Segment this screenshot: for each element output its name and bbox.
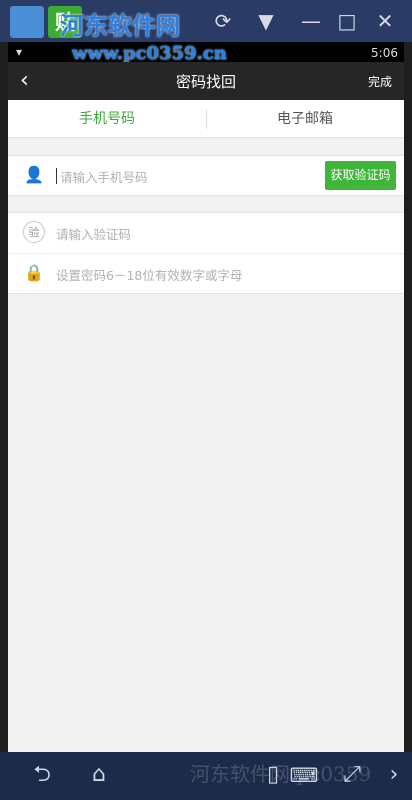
- phone-input[interactable]: 请输入手机号码: [60, 167, 148, 186]
- emulator-app-tab[interactable]: [10, 6, 44, 38]
- code-input[interactable]: 请输入验证码: [56, 224, 131, 243]
- close-icon[interactable]: ✕: [370, 6, 400, 36]
- app-header: 密码找回 ‹ 完成: [8, 62, 404, 100]
- status-time: 5:06: [371, 46, 398, 60]
- watermark-url: www.pc0359.cn: [72, 43, 227, 64]
- more-arrow-icon[interactable]: ›: [384, 760, 404, 790]
- main-content: 手机号码 电子邮箱 👤 请输入手机号码 获取验证码 验 请输入验证码 🔒 设置密…: [8, 100, 404, 752]
- emulator-title-bar: 贴 河东软件网 ⟳ ▼ — □ ✕: [0, 0, 412, 42]
- tab-phone[interactable]: 手机号码: [8, 100, 206, 138]
- get-code-button[interactable]: 获取验证码: [325, 161, 396, 190]
- password-input[interactable]: 设置密码6－18位有效数字或字母: [56, 265, 242, 284]
- recovery-tabs: 手机号码 电子邮箱: [8, 100, 404, 138]
- fullscreen-icon[interactable]: ⤢: [338, 760, 366, 790]
- notification-icon: ▾: [16, 45, 23, 59]
- page-title: 密码找回: [175, 73, 236, 91]
- text-cursor: [56, 168, 57, 184]
- phone-mode-icon[interactable]: ▯: [264, 760, 282, 790]
- keyboard-icon[interactable]: ⌨: [287, 760, 321, 790]
- tab-email[interactable]: 电子邮箱: [206, 100, 404, 138]
- code-row: 验 请输入验证码: [8, 213, 404, 253]
- nav-home-icon[interactable]: ⌂: [78, 760, 120, 790]
- rotate-icon[interactable]: ⟳: [208, 6, 238, 36]
- minimize-icon[interactable]: —: [296, 6, 326, 36]
- done-button[interactable]: 完成: [368, 73, 392, 90]
- phone-row: 👤 请输入手机号码 获取验证码: [8, 156, 404, 196]
- lock-icon: 🔒: [24, 263, 44, 282]
- password-row: 🔒 设置密码6－18位有效数字或字母: [8, 253, 404, 293]
- maximize-icon[interactable]: □: [332, 6, 362, 36]
- nav-back-icon[interactable]: ⮌: [22, 760, 62, 790]
- watermark-logo: 河东软件网: [60, 11, 180, 40]
- dropdown-icon[interactable]: ▼: [251, 6, 281, 36]
- phone-field-group: 👤 请输入手机号码 获取验证码: [8, 155, 404, 196]
- user-icon: 👤: [24, 165, 44, 184]
- verify-code-icon: 验: [23, 221, 45, 243]
- credential-field-group: 验 请输入验证码 🔒 设置密码6－18位有效数字或字母: [8, 212, 404, 294]
- back-arrow-icon[interactable]: ‹: [20, 66, 46, 96]
- navigation-bar: ⮌ ⌂ 河东软件网 pc0359 ▯ ⌨ ⤢ ›: [0, 752, 412, 800]
